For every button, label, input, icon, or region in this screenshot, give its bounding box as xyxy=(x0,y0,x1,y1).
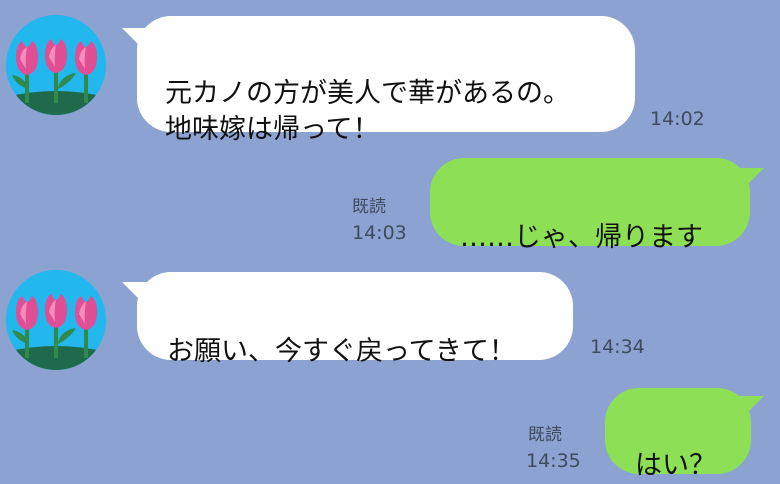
sent-message-bubble[interactable]: ……じゃ、帰ります xyxy=(430,158,750,253)
message-text: お願い、今すぐ戻ってきて！ xyxy=(167,336,516,367)
tulips-avatar-icon[interactable] xyxy=(6,270,106,370)
received-message-bubble[interactable]: お願い、今すぐ戻ってきて！ xyxy=(137,272,573,367)
received-message-bubble[interactable]: 元カノの方が美人で華があるの。 地味嫁は帰って！ xyxy=(137,16,635,145)
chat-area[interactable]: 元カノの方が美人で華があるの。 地味嫁は帰って！ 14:02 既読 14:03 … xyxy=(0,0,780,481)
message-text: ……じゃ、帰ります xyxy=(460,222,703,253)
read-receipt: 既読 xyxy=(528,425,562,445)
bubble-tail xyxy=(738,396,764,422)
message-time: 14:34 xyxy=(590,336,645,358)
sent-message-bubble[interactable]: はい？ xyxy=(605,388,751,481)
bubble-tail xyxy=(738,168,764,194)
read-receipt: 既読 xyxy=(352,197,386,217)
message-time: 14:02 xyxy=(650,108,705,130)
message-time: 14:03 xyxy=(352,222,407,244)
message-time: 14:35 xyxy=(526,450,581,472)
message-text: はい？ xyxy=(635,450,716,481)
message-text: 元カノの方が美人で華があるの。 地味嫁は帰って！ xyxy=(165,78,570,145)
tulips-avatar-icon[interactable] xyxy=(6,15,106,115)
